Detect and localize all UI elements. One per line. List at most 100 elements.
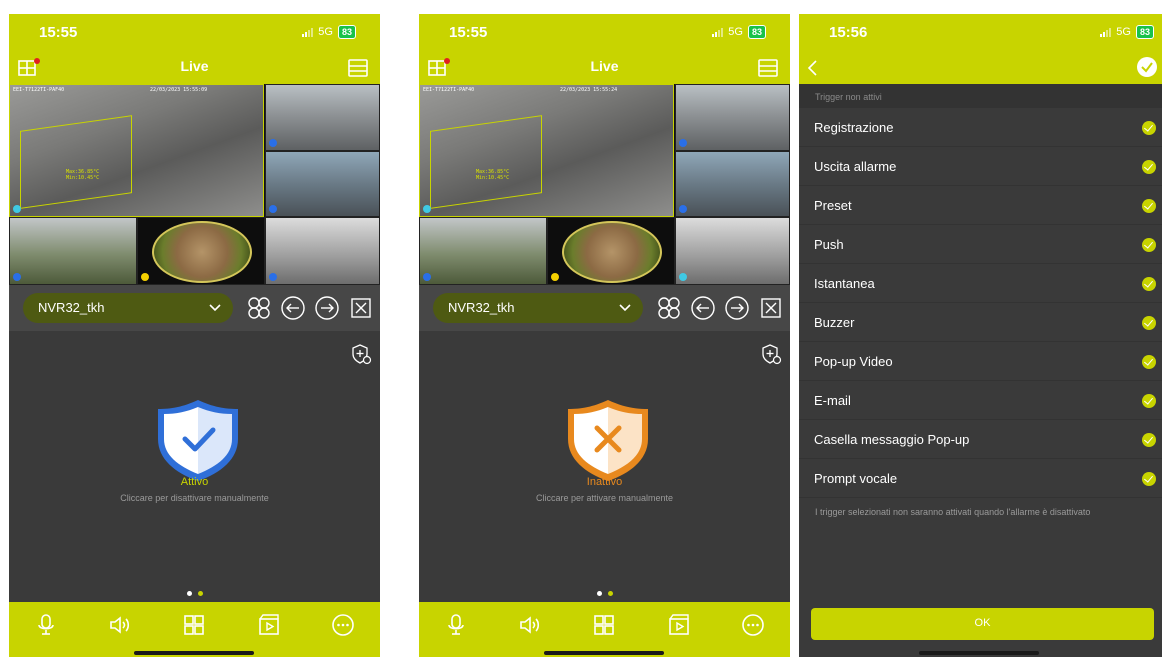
layout-icon[interactable] [245, 294, 273, 322]
page-title: Live [590, 58, 619, 74]
home-indicator [134, 651, 254, 655]
camera-status-dot [423, 205, 431, 213]
page-indicator [9, 583, 380, 601]
back-arrow-icon[interactable] [805, 56, 821, 85]
camera-tile[interactable] [675, 217, 790, 285]
next-icon[interactable] [723, 294, 751, 322]
trigger-item[interactable]: Pop-up Video [799, 342, 1162, 381]
alarm-toggle-area: Attivo Cliccare per disattivare manualme… [9, 331, 380, 602]
more-icon[interactable] [741, 613, 765, 637]
device-list-icon[interactable] [346, 57, 370, 84]
close-all-icon[interactable] [757, 294, 785, 322]
camera-status-dot [269, 205, 277, 213]
detection-region [430, 115, 542, 209]
camera-status-dot [269, 139, 277, 147]
previous-icon[interactable] [279, 294, 307, 322]
trigger-item[interactable]: Prompt vocale [799, 459, 1162, 498]
signal-icon [302, 27, 314, 37]
battery-icon: 83 [337, 25, 356, 39]
trigger-item[interactable]: Preset [799, 186, 1162, 225]
alarm-status-label: Attivo [180, 476, 209, 488]
nav-bar [799, 54, 1162, 84]
camera-tile[interactable] [9, 217, 137, 285]
nav-bar: Live [9, 54, 380, 84]
signal-indicator: 5G 83 [1100, 25, 1154, 39]
grid-icon[interactable] [182, 613, 206, 637]
add-shield-icon[interactable] [350, 343, 372, 370]
device-name: NVR32_tkh [38, 300, 105, 315]
signal-indicator: 5G 83 [302, 25, 356, 39]
trigger-item[interactable]: Registrazione [799, 108, 1162, 147]
check-icon [1142, 316, 1156, 330]
camera-tile-fisheye[interactable] [547, 217, 675, 285]
ok-button[interactable]: OK [811, 608, 1154, 640]
camera-tile[interactable] [265, 217, 380, 285]
device-selector[interactable]: NVR32_tkh [23, 293, 233, 323]
trigger-item[interactable]: Push [799, 225, 1162, 264]
bottom-toolbar [419, 602, 790, 657]
speaker-icon[interactable] [108, 613, 132, 637]
camera-tile[interactable] [419, 217, 547, 285]
roi-readout: Max:36.85°C Min:10.45°C [476, 169, 510, 181]
check-icon [1142, 394, 1156, 408]
chevron-down-icon [209, 301, 221, 316]
more-icon[interactable] [331, 613, 355, 637]
bottom-toolbar [9, 602, 380, 657]
next-icon[interactable] [313, 294, 341, 322]
camera-status-dot [13, 205, 21, 213]
battery-icon: 83 [747, 25, 766, 39]
device-control-row: NVR32_tkh [9, 285, 380, 331]
trigger-settings-screen: 15:56 5G 83 Trigger non attivi Registraz… [799, 14, 1162, 657]
device-list-icon[interactable] [756, 57, 780, 84]
network-type: 5G [1116, 26, 1131, 38]
trigger-item[interactable]: Uscita allarme [799, 147, 1162, 186]
camera-tile-main[interactable]: EEI-T7122TI-PAF40 22/03/2023 15:55:09 Ma… [9, 84, 264, 217]
check-icon [1142, 472, 1156, 486]
camera-status-dot [679, 139, 687, 147]
status-bar: 15:56 5G 83 [799, 14, 1162, 54]
trigger-item[interactable]: E-mail [799, 381, 1162, 420]
camera-status-dot [423, 273, 431, 281]
confirm-check-icon[interactable] [1136, 56, 1158, 83]
alarm-status-label: Inattivo [586, 476, 623, 488]
playback-icon[interactable] [667, 613, 691, 637]
camera-tile[interactable] [675, 84, 790, 151]
microphone-icon[interactable] [444, 613, 468, 637]
camera-status-dot [13, 273, 21, 281]
alarm-toggle-area: Inattivo Cliccare per attivare manualmen… [419, 331, 790, 602]
playback-icon[interactable] [257, 613, 281, 637]
alarm-status-hint: Cliccare per disattivare manualmente [120, 493, 269, 503]
camera-osd-date: 22/03/2023 15:55:09 [150, 87, 208, 93]
status-time: 15:55 [39, 24, 78, 41]
camera-tile[interactable] [675, 151, 790, 217]
battery-icon: 83 [1135, 25, 1154, 39]
roi-readout: Max:36.85°C Min:10.45°C [66, 169, 100, 181]
previous-icon[interactable] [689, 294, 717, 322]
camera-tile-main[interactable]: EEI-T7122TI-PAF40 22/03/2023 15:55:24 Ma… [419, 84, 674, 217]
camera-tile[interactable] [265, 151, 380, 217]
camera-osd-name: EEI-T7122TI-PAF40 [13, 87, 65, 93]
shield-active-icon[interactable] [153, 397, 243, 488]
grid-icon[interactable] [592, 613, 616, 637]
status-bar: 15:55 5G 83 [9, 14, 380, 54]
shield-inactive-icon[interactable] [563, 397, 653, 488]
device-selector[interactable]: NVR32_tkh [433, 293, 643, 323]
check-icon [1142, 433, 1156, 447]
trigger-item[interactable]: Buzzer [799, 303, 1162, 342]
trigger-item[interactable]: Istantanea [799, 264, 1162, 303]
live-video-grid: EEI-T7122TI-PAF40 22/03/2023 15:55:09 Ma… [9, 84, 380, 285]
close-all-icon[interactable] [347, 294, 375, 322]
page-indicator [419, 583, 790, 601]
trigger-item[interactable]: Casella messaggio Pop-up [799, 420, 1162, 459]
page-title: Live [180, 58, 209, 74]
trigger-footnote: I trigger selezionati non saranno attiva… [815, 507, 1091, 517]
camera-tile-fisheye[interactable] [137, 217, 265, 285]
microphone-icon[interactable] [34, 613, 58, 637]
signal-icon [1100, 27, 1112, 37]
add-shield-icon[interactable] [760, 343, 782, 370]
camera-tile[interactable] [265, 84, 380, 151]
layout-icon[interactable] [655, 294, 683, 322]
network-type: 5G [318, 26, 333, 38]
speaker-icon[interactable] [518, 613, 542, 637]
camera-status-dot [679, 273, 687, 281]
